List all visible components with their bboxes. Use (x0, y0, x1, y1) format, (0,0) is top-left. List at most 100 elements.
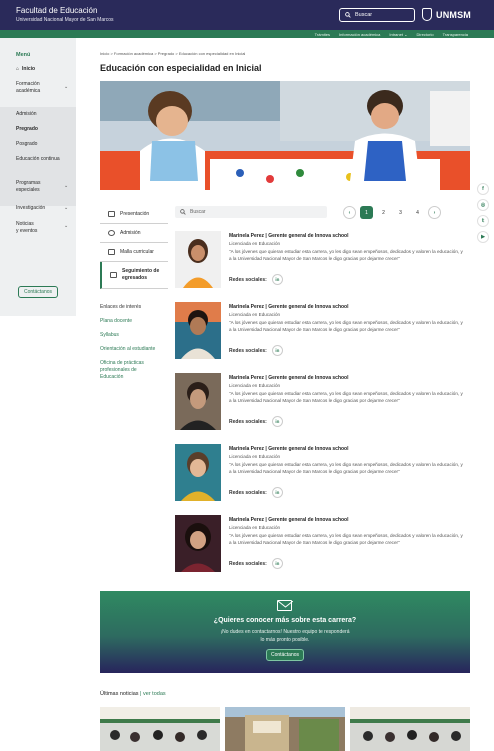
linkedin-icon[interactable]: in (271, 487, 283, 498)
news-card-image[interactable] (225, 707, 345, 751)
facebook-icon[interactable]: f (477, 183, 489, 195)
subnav-informacion[interactable]: Información académica (339, 32, 380, 37)
testimonial-role: Licenciada en Educación (229, 312, 281, 317)
tab-seguimiento-egresados[interactable]: Seguimiento de egresados (100, 262, 168, 289)
contact-banner: ¿Quieres conocer más sobre esta carrera?… (100, 591, 470, 673)
news-title: Últimas noticias (100, 691, 139, 697)
prev-page-button[interactable]: ‹ (343, 206, 356, 219)
chevron-down-icon[interactable]: ⌄ (64, 183, 68, 189)
crest-icon (422, 8, 432, 21)
testimonial-name: Marinela Perez | Gerente general de Inno… (229, 446, 349, 452)
page-1-button[interactable]: 1 (360, 206, 373, 219)
youtube-icon[interactable]: ▶ (477, 231, 489, 243)
link-orientacion[interactable]: Orientación al estudiante (100, 346, 155, 352)
testimonial-quote: "A los jóvenes que quieran estudiar esta… (229, 462, 463, 474)
tab-presentacion[interactable]: Presentación (100, 205, 168, 224)
linkedin-icon[interactable]: in (271, 416, 283, 427)
sidebar-item-formacion[interactable]: Formación académica (16, 81, 40, 95)
chevron-down-icon[interactable]: ⌄ (64, 223, 68, 229)
page-4-button[interactable]: 4 (411, 206, 424, 219)
chevron-down-icon: ⌄ (404, 31, 408, 37)
social-label: Redes sociales: (229, 347, 267, 354)
sidebar-item-label: Inicio (22, 66, 36, 72)
sidebar-item-admision[interactable]: Admisión (16, 111, 37, 117)
social-rail: f ◎ 𝕥 ▶ (477, 183, 489, 243)
top-header: Facultad de Educación Universidad Nacion… (0, 0, 494, 30)
link-plana-docente[interactable]: Plana docente (100, 318, 132, 324)
sidebar-item-posgrado[interactable]: Posgrado (16, 141, 37, 147)
sidebar-item-investigacion[interactable]: Investigación (16, 205, 45, 211)
program-nav: Presentación Admisión Malla curricular S… (100, 205, 168, 289)
social-row: Redes sociales: in (229, 345, 283, 356)
testimonial-quote: "A los jóvenes que quieran estudiar esta… (229, 249, 463, 261)
banner-text: ¡No dudes en contactarnos! Nuestro equip… (220, 629, 350, 643)
profile-photo (175, 444, 221, 501)
tab-label: Admisión (120, 230, 141, 236)
sidebar-item-educacion-continua[interactable]: Educación continua (16, 156, 60, 162)
banner-title: ¿Quieres conocer más sobre esta carrera? (213, 617, 357, 624)
tab-malla-curricular[interactable]: Malla curricular (100, 243, 168, 262)
subnav-transparencia[interactable]: Transparencia (443, 32, 468, 37)
subnav-intranet-label: Intranet (389, 31, 403, 37)
linkedin-icon[interactable]: in (271, 274, 283, 285)
page-title: Educación con especialidad en Inicial (100, 63, 262, 73)
list-search-input[interactable]: Buscar (175, 206, 327, 218)
university-name: Universidad Nacional Mayor de San Marcos (16, 17, 114, 23)
subnav-intranet[interactable]: Intranet ⌄ (389, 32, 407, 37)
tab-label: Presentación (120, 211, 150, 217)
linkedin-icon[interactable]: in (271, 558, 283, 569)
header-search[interactable]: Buscar (339, 8, 415, 22)
testimonial-role: Licenciada en Educación (229, 525, 281, 530)
faculty-title[interactable]: Facultad de Educación (16, 6, 97, 15)
link-oficina-practicas[interactable]: Oficina de prácticas profesionales de Ed… (100, 360, 160, 381)
header-search-label: Buscar (355, 12, 373, 18)
link-syllabus[interactable]: Syllabus (100, 332, 119, 338)
hero-image (100, 81, 470, 190)
testimonial-role: Licenciada en Educación (229, 241, 281, 246)
breadcrumb[interactable]: Inicio > Formación académica > Pregrado … (100, 51, 245, 56)
testimonial-name: Marinela Perez | Gerente general de Inno… (229, 304, 349, 310)
testimonial-name: Marinela Perez | Gerente general de Inno… (229, 375, 349, 381)
linkedin-icon[interactable]: in (271, 345, 283, 356)
menu-title: Menú (16, 52, 31, 58)
testimonial-quote: "A los jóvenes que quieran estudiar esta… (229, 391, 463, 403)
subnav-tramites[interactable]: Trámites (315, 32, 330, 37)
subnav-directorio[interactable]: Directorio (416, 32, 433, 37)
sidebar-item-inicio[interactable]: ⌂ Inicio (16, 66, 35, 72)
instagram-icon[interactable]: ◎ (477, 199, 489, 211)
pagination: ‹ 1 2 3 4 › (343, 206, 441, 219)
social-label: Redes sociales: (229, 276, 267, 283)
tab-label: Malla curricular (120, 249, 154, 255)
sidebar-item-programas[interactable]: Programas especiales (16, 180, 40, 194)
utility-nav: Trámites Información académica Intranet … (0, 30, 494, 38)
social-label: Redes sociales: (229, 489, 267, 496)
news-heading: Últimas noticias | ver todas (100, 691, 166, 697)
page-2-button[interactable]: 2 (377, 206, 390, 219)
sidebar-item-noticias[interactable]: Noticias y eventos (16, 221, 37, 235)
banner-contact-button[interactable]: Contáctanos (266, 649, 304, 661)
social-row: Redes sociales: in (229, 558, 283, 569)
news-card-image[interactable] (100, 707, 220, 751)
tab-admision[interactable]: Admisión (100, 224, 168, 243)
testimonial-role: Licenciada en Educación (229, 454, 281, 459)
sidebar-contact-button[interactable]: Contáctanos (18, 286, 58, 298)
chevron-down-icon[interactable]: ⌄ (64, 84, 68, 90)
sidebar-item-pregrado[interactable]: Pregrado (16, 126, 38, 132)
book-icon (108, 249, 115, 255)
unmsm-logo[interactable]: UNMSM (422, 8, 471, 21)
news-card-image[interactable] (350, 707, 470, 751)
home-icon: ⌂ (16, 66, 20, 72)
testimonial-card: Marinela Perez | Gerente general de Inno… (175, 231, 465, 289)
sidebar-menu: Menú ⌂ Inicio Formación académica ⌄ Admi… (0, 38, 76, 316)
social-label: Redes sociales: (229, 560, 267, 567)
screen-icon (108, 211, 115, 217)
graduate-icon (110, 272, 117, 278)
see-all-news-link[interactable]: ver todas (143, 691, 166, 697)
chevron-down-icon[interactable]: ⌄ (64, 205, 68, 211)
list-search-placeholder: Buscar (190, 209, 206, 215)
twitter-icon[interactable]: 𝕥 (477, 215, 489, 227)
page-3-button[interactable]: 3 (394, 206, 407, 219)
next-page-button[interactable]: › (428, 206, 441, 219)
testimonial-card: Marinela Perez | Gerente general de Inno… (175, 444, 465, 502)
testimonial-name: Marinela Perez | Gerente general de Inno… (229, 517, 349, 523)
